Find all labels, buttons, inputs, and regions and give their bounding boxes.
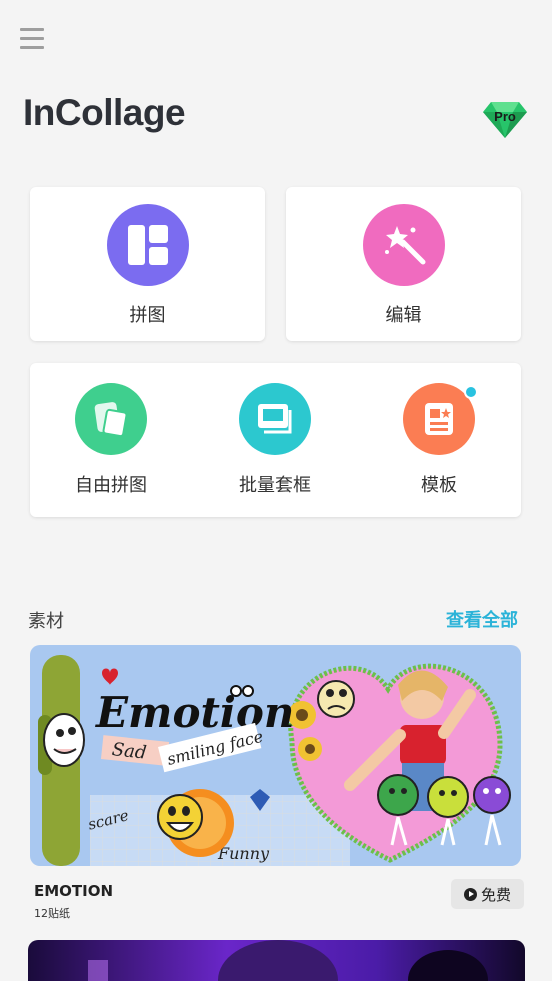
free-label: 免费 xyxy=(480,885,511,904)
pro-diamond-button[interactable]: Pro xyxy=(483,98,527,138)
pack-name: EMOTION xyxy=(34,882,114,900)
edit-tile[interactable]: 编辑 xyxy=(286,187,521,341)
play-icon xyxy=(463,887,477,901)
collage-tile[interactable]: 拼图 xyxy=(30,187,265,341)
next-pack-banner[interactable] xyxy=(28,940,525,981)
new-badge-dot xyxy=(464,385,478,399)
tile-label: 编辑 xyxy=(385,305,422,326)
sticker-sad: Sad xyxy=(111,739,148,764)
banner-title: Emotion xyxy=(95,688,294,737)
tool-label: 模板 xyxy=(421,475,457,496)
app-logo: InCollage xyxy=(23,92,186,133)
materials-title: 素材 xyxy=(28,611,64,632)
tool-label: 自由拼图 xyxy=(75,475,147,496)
see-all-link[interactable]: 查看全部 xyxy=(446,606,518,632)
freestyle-button[interactable]: 自由拼图 xyxy=(46,383,176,503)
layout-grid-icon xyxy=(107,204,189,286)
tile-label: 拼图 xyxy=(129,305,166,326)
template-button[interactable]: 模板 xyxy=(374,383,504,503)
free-button[interactable]: 免费 xyxy=(451,879,524,909)
pro-label: Pro xyxy=(494,109,516,124)
freestyle-icon xyxy=(75,383,147,455)
menu-icon[interactable] xyxy=(20,28,44,50)
batch-frame-icon xyxy=(239,383,311,455)
tool-label: 批量套框 xyxy=(239,475,311,496)
batch-frame-button[interactable]: 批量套框 xyxy=(210,383,340,503)
tools-card: 自由拼图 批量套框 模板 xyxy=(30,363,521,517)
magic-wand-icon xyxy=(363,204,445,286)
emotion-pack-banner[interactable]: Emotion Sad smiling face scare Funny xyxy=(30,645,521,866)
pack-count: 12贴纸 xyxy=(34,907,70,920)
cactus-sticker xyxy=(38,655,85,866)
sticker-funny: Funny xyxy=(217,844,270,863)
diamond-icon: Pro xyxy=(483,102,527,138)
